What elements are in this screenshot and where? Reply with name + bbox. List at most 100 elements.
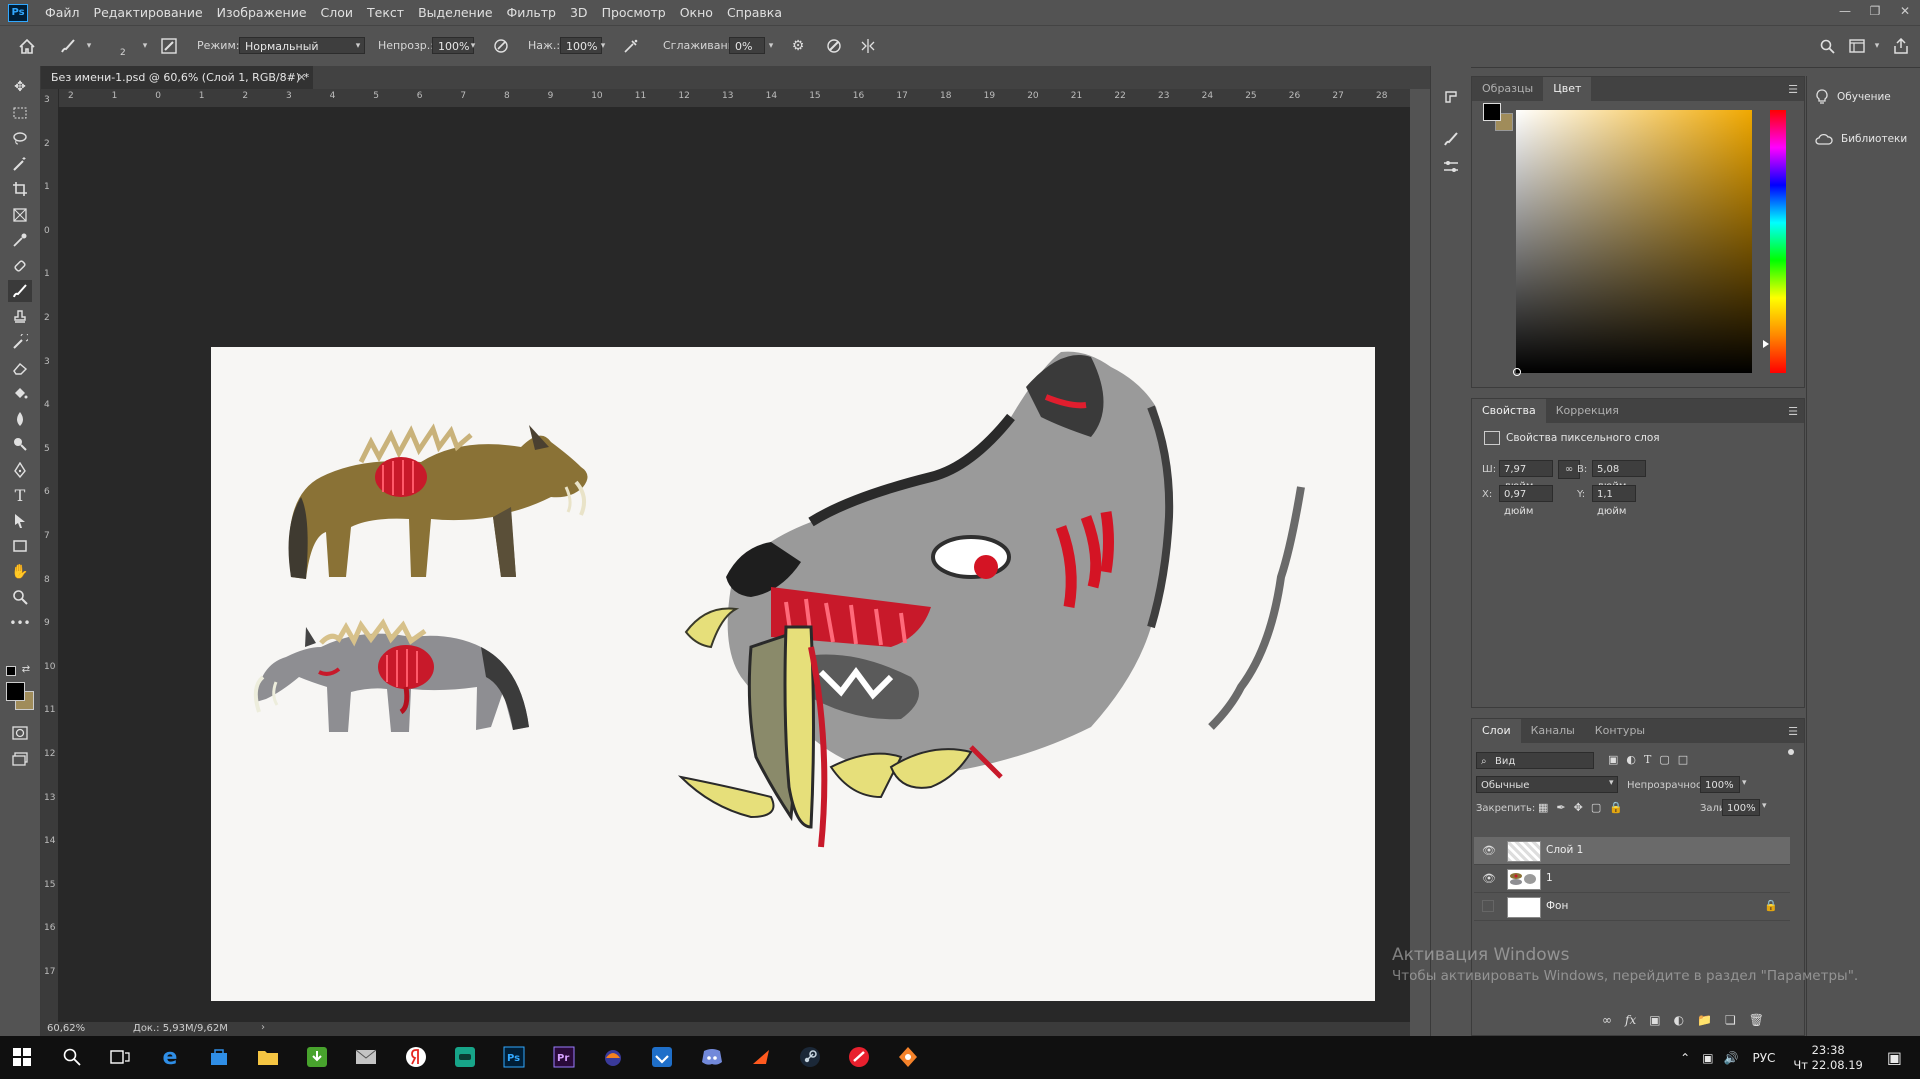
pressure-size-icon[interactable] — [823, 36, 845, 56]
workspace-dropdown-icon[interactable]: ▾ — [1871, 37, 1883, 54]
edit-toolbar-icon[interactable]: ••• — [8, 612, 32, 634]
frame-tool-icon[interactable] — [8, 204, 32, 226]
new-layer-icon[interactable]: ❏ — [1725, 1013, 1736, 1027]
mode-select[interactable]: Нормальный — [239, 37, 365, 54]
brush-size-dropdown-icon[interactable]: ▾ — [139, 37, 151, 54]
dodge-tool-icon[interactable] — [8, 433, 32, 455]
volume-icon[interactable]: 🔊 — [1724, 1051, 1739, 1065]
magic-wand-tool-icon[interactable] — [8, 153, 32, 175]
search-icon[interactable] — [1816, 36, 1838, 56]
new-adjustment-layer-icon[interactable]: ◐ — [1674, 1013, 1684, 1027]
music-app-icon[interactable] — [892, 1042, 924, 1072]
tab-channels[interactable]: Каналы — [1521, 719, 1585, 743]
tab-swatches[interactable]: Образцы — [1472, 77, 1543, 101]
healing-brush-tool-icon[interactable] — [8, 255, 32, 277]
zoom-level[interactable]: 60,62% — [47, 1023, 85, 1034]
filter-toggle-icon[interactable] — [1788, 749, 1794, 755]
hue-slider[interactable] — [1763, 110, 1786, 373]
fill-dropdown-icon[interactable]: ▾ — [1762, 801, 1767, 811]
layer-filter-select[interactable]: ⌕ Вид — [1476, 752, 1594, 769]
lock-artboard-icon[interactable]: ▢ — [1591, 801, 1601, 814]
default-colors-icon[interactable] — [6, 666, 16, 676]
opacity-dropdown-icon[interactable]: ▾ — [467, 37, 479, 54]
media-player-icon[interactable] — [843, 1042, 875, 1072]
menu-image[interactable]: Изображение — [210, 5, 314, 20]
file-explorer-icon[interactable] — [252, 1042, 284, 1072]
blur-tool-icon[interactable] — [8, 408, 32, 430]
marquee-tool-icon[interactable] — [8, 102, 32, 124]
premiere-pro-app-icon[interactable]: Pr — [548, 1042, 580, 1072]
brush-preset-icon[interactable] — [57, 36, 79, 56]
properties-panel-menu-icon[interactable]: ☰ — [1788, 405, 1798, 418]
menu-3d[interactable]: 3D — [563, 5, 595, 20]
canvas-workspace[interactable] — [58, 107, 1410, 1022]
notifications-icon[interactable]: ▣ — [1887, 1048, 1902, 1067]
link-layers-icon[interactable]: ∞ — [1602, 1013, 1612, 1027]
move-tool-icon[interactable]: ✥ — [8, 76, 32, 98]
smoothing-settings-gear-icon[interactable]: ⚙ — [787, 36, 809, 56]
task-view-icon[interactable] — [104, 1042, 136, 1072]
history-panel-icon[interactable] — [1440, 86, 1462, 108]
color-panel-foreground-swatch[interactable] — [1483, 103, 1501, 121]
blend-mode-select[interactable]: Обычные — [1476, 776, 1618, 793]
document-tab[interactable]: Без имени-1.psd @ 60,6% (Слой 1, RGB/8#)… — [41, 66, 313, 89]
brush-preset-dropdown-icon[interactable]: ▾ — [83, 37, 95, 54]
libraries-panel-button[interactable]: Библиотеки — [1815, 126, 1907, 152]
menu-view[interactable]: Просмотр — [595, 5, 673, 20]
color-panel-menu-icon[interactable]: ☰ — [1788, 83, 1798, 96]
x-input[interactable]: 0,97 дюйм — [1499, 485, 1553, 517]
filter-type-icon[interactable]: T — [1644, 753, 1651, 766]
lasso-tool-icon[interactable] — [8, 127, 32, 149]
path-selection-tool-icon[interactable] — [8, 510, 32, 532]
pressure-dropdown-icon[interactable]: ▾ — [597, 37, 609, 54]
downloader-app-icon[interactable] — [646, 1042, 678, 1072]
layer-style-fx-icon[interactable]: fx — [1625, 1013, 1636, 1027]
origin-launcher-icon[interactable] — [597, 1042, 629, 1072]
filter-shape-icon[interactable]: ▢ — [1659, 753, 1669, 766]
layer-name[interactable]: 1 — [1546, 872, 1553, 884]
tray-expand-icon[interactable]: ⌃ — [1680, 1051, 1690, 1065]
menu-file[interactable]: Файл — [38, 5, 87, 20]
tab-adjustments[interactable]: Коррекция — [1546, 399, 1629, 423]
search-icon[interactable] — [56, 1042, 88, 1072]
paint-bucket-tool-icon[interactable] — [8, 382, 32, 404]
eyedropper-tool-icon[interactable] — [8, 229, 32, 251]
width-input[interactable]: 7,97 дюйм — [1499, 460, 1553, 492]
menu-select[interactable]: Выделение — [411, 5, 499, 20]
layer-name[interactable]: Фон — [1546, 900, 1568, 912]
color-field[interactable] — [1513, 110, 1752, 376]
layer-opacity-dropdown-icon[interactable]: ▾ — [1742, 778, 1747, 788]
lock-position-icon[interactable]: ✥ — [1574, 801, 1583, 814]
filter-smart-object-icon[interactable]: □ — [1678, 753, 1688, 766]
height-input[interactable]: 5,08 дюйм — [1592, 460, 1646, 492]
tab-layers[interactable]: Слои — [1472, 719, 1521, 743]
edge-browser-icon[interactable]: e — [154, 1042, 186, 1072]
document-canvas[interactable] — [211, 347, 1375, 1001]
share-icon[interactable] — [1890, 36, 1912, 56]
input-language[interactable]: РУС — [1752, 1051, 1775, 1065]
filter-adjustment-icon[interactable]: ◐ — [1626, 753, 1636, 766]
brush-settings-panel-icon[interactable] — [158, 36, 180, 56]
yandex-browser-icon[interactable] — [400, 1042, 432, 1072]
status-menu-arrow-icon[interactable]: › — [261, 1022, 265, 1033]
menu-help[interactable]: Справка — [720, 5, 789, 20]
menu-type[interactable]: Текст — [360, 5, 411, 20]
lock-transparent-icon[interactable]: ▦ — [1538, 801, 1548, 814]
quick-mask-icon[interactable] — [8, 722, 32, 744]
network-icon[interactable]: ▣ — [1702, 1051, 1713, 1065]
close-icon[interactable]: ✕ — [1890, 0, 1920, 22]
visibility-eye-icon[interactable]: 👁 — [1482, 844, 1496, 857]
menu-window[interactable]: Окно — [673, 5, 720, 20]
steam-app-icon[interactable] — [794, 1042, 826, 1072]
layer-name[interactable]: Слой 1 — [1546, 844, 1583, 856]
visibility-toggle-empty[interactable] — [1482, 900, 1494, 912]
brush-size[interactable]: 2 — [120, 48, 126, 58]
windows-start-icon[interactable] — [6, 1042, 38, 1072]
foreground-color-swatch[interactable] — [6, 682, 25, 701]
menu-filter[interactable]: Фильтр — [500, 5, 563, 20]
y-input[interactable]: 1,1 дюйм — [1592, 485, 1636, 517]
add-mask-icon[interactable]: ▣ — [1649, 1013, 1660, 1027]
pen-tool-icon[interactable] — [8, 459, 32, 481]
fill-input[interactable]: 100% — [1722, 799, 1760, 816]
menu-edit[interactable]: Редактирование — [87, 5, 210, 20]
